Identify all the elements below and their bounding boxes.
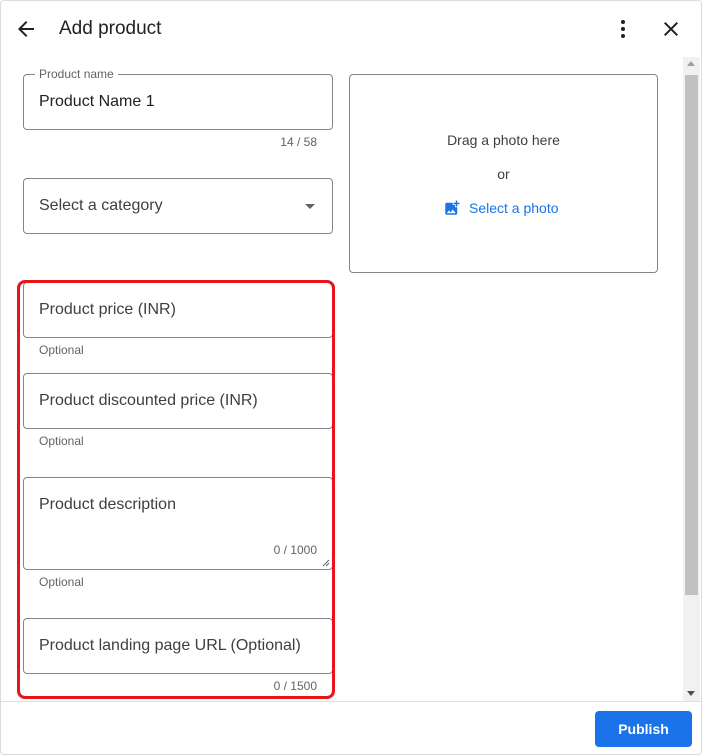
discounted-price-placeholder: Product discounted price (INR) (39, 392, 258, 409)
category-select[interactable]: Select a category (23, 178, 333, 234)
page-title: Add product (59, 18, 162, 39)
close-icon[interactable] (659, 17, 683, 41)
scroll-down-icon[interactable] (687, 691, 695, 696)
more-vert-icon[interactable] (611, 17, 635, 41)
landing-url-field[interactable]: Product landing page URL (Optional) (23, 618, 333, 674)
add-photo-icon (445, 200, 460, 215)
description-counter: 0 / 1000 (273, 543, 317, 557)
vertical-scrollbar[interactable] (683, 57, 700, 701)
discounted-price-field[interactable]: Product discounted price (INR) (23, 373, 333, 429)
form-content: Product name Product Name 1 14 / 58 Sele… (1, 57, 683, 701)
product-name-counter: 14 / 58 (280, 135, 317, 149)
product-description-helper: Optional (39, 575, 84, 589)
category-placeholder: Select a category (39, 197, 163, 214)
publish-button[interactable]: Publish (595, 711, 692, 747)
resize-handle-icon[interactable] (322, 559, 330, 567)
product-description-field[interactable]: Product description 0 / 1000 (23, 477, 333, 570)
select-photo-label: Select a photo (469, 200, 559, 216)
dropdown-arrow-icon (305, 204, 315, 209)
discounted-price-helper: Optional (39, 434, 84, 448)
product-price-helper: Optional (39, 343, 84, 357)
or-text: or (497, 166, 510, 182)
product-name-label: Product name (35, 67, 118, 81)
product-price-placeholder: Product price (INR) (39, 301, 176, 318)
photo-drop-zone[interactable]: Drag a photo here or Select a photo (349, 74, 658, 273)
landing-url-placeholder: Product landing page URL (Optional) (39, 637, 301, 654)
dialog-footer: Publish (1, 701, 701, 754)
landing-url-counter: 0 / 1500 (273, 679, 317, 693)
scroll-thumb[interactable] (685, 75, 698, 595)
drag-photo-text: Drag a photo here (447, 132, 560, 148)
scroll-up-icon[interactable] (687, 61, 695, 66)
product-name-field[interactable]: Product name Product Name 1 (23, 67, 333, 130)
dialog-header: Add product (1, 1, 701, 57)
arrow-back-icon[interactable] (14, 17, 38, 41)
product-description-placeholder: Product description (39, 496, 176, 513)
product-price-field[interactable]: Product price (INR) (23, 282, 333, 338)
add-product-dialog: Add product Product name Product Name 1 … (0, 0, 702, 755)
select-photo-button[interactable]: Select a photo (443, 197, 559, 219)
product-name-value: Product Name 1 (39, 93, 155, 110)
